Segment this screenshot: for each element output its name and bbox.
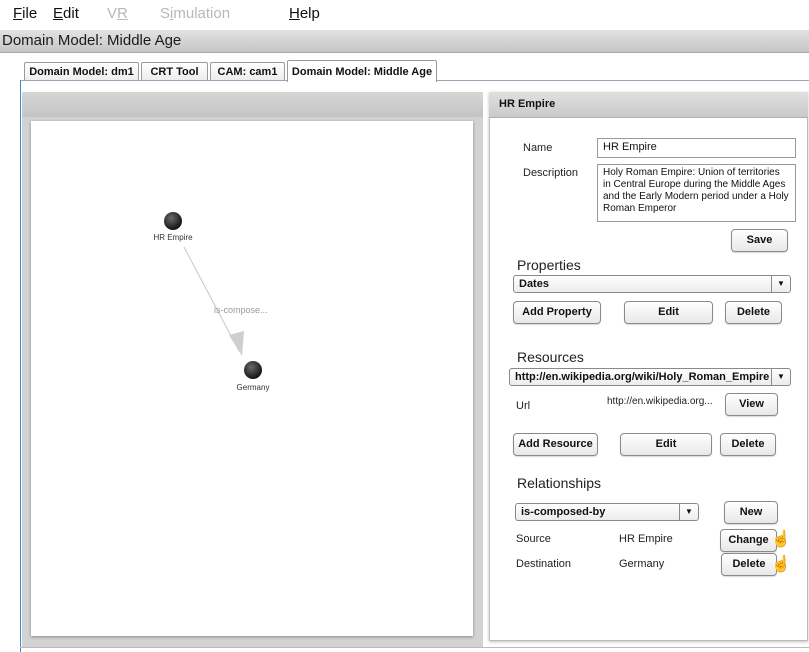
save-button[interactable]: Save (731, 229, 788, 252)
relationship-selected: is-composed-by (521, 506, 606, 518)
node-label-hr-empire: HR Empire (153, 233, 193, 242)
delete-property-button[interactable]: Delete (725, 301, 782, 324)
chevron-down-icon: ▼ (771, 369, 790, 385)
menu-simulation[interactable]: Simulation (160, 4, 230, 24)
window-title-bar: Domain Model: Middle Age (0, 30, 809, 53)
details-panel-header: HR Empire (489, 92, 808, 118)
add-property-button[interactable]: Add Property (513, 301, 601, 324)
tab-domain-model-middle-age[interactable]: Domain Model: Middle Age (287, 60, 437, 82)
destination-label: Destination (516, 558, 572, 570)
bottom-border (20, 647, 809, 648)
tab-crt-tool[interactable]: CRT Tool (141, 62, 208, 81)
name-field[interactable]: HR Empire (597, 138, 796, 158)
graph-node-germany[interactable] (244, 361, 262, 379)
chevron-down-icon: ▼ (771, 276, 790, 292)
edit-property-button[interactable]: Edit (624, 301, 713, 324)
content-border (20, 80, 21, 652)
edge-arrowhead (229, 331, 244, 356)
menu-edit[interactable]: Edit (53, 4, 79, 24)
edit-resource-button[interactable]: Edit (620, 433, 712, 456)
description-field[interactable]: Holy Roman Empire: Union of territories … (597, 164, 796, 222)
relationships-title: Relationships (517, 475, 602, 491)
new-relationship-button[interactable]: New (724, 501, 778, 524)
hand-pointer-icon: ☝ (771, 556, 791, 573)
resources-title: Resources (517, 349, 584, 365)
url-label: Url (516, 400, 531, 412)
properties-selected: Dates (519, 278, 549, 290)
destination-value: Germany (619, 558, 665, 570)
graph-canvas[interactable]: is-compose... HR Empire Germany (31, 121, 473, 636)
tab-domain-model-dm1[interactable]: Domain Model: dm1 (24, 62, 139, 81)
tab-cam-cam1[interactable]: CAM: cam1 (210, 62, 285, 81)
name-label: Name (523, 142, 553, 154)
resources-selected: http://en.wikipedia.org/wiki/Holy_Roman_… (515, 371, 770, 383)
view-button[interactable]: View (725, 393, 778, 416)
graph-node-hr-empire[interactable] (164, 212, 182, 230)
properties-dropdown[interactable]: Dates ▼ (513, 275, 791, 293)
menu-help[interactable]: Help (289, 4, 320, 24)
add-resource-button[interactable]: Add Resource (513, 433, 598, 456)
source-value: HR Empire (619, 533, 673, 545)
edge-label: is-compose... (214, 305, 268, 315)
delete-resource-button[interactable]: Delete (720, 433, 776, 456)
chevron-down-icon: ▼ (679, 504, 698, 520)
hand-pointer-icon: ☝ (771, 531, 791, 548)
details-title: HR Empire (499, 98, 556, 110)
resources-dropdown[interactable]: http://en.wikipedia.org/wiki/Holy_Roman_… (509, 368, 791, 386)
window-title: Domain Model: Middle Age (2, 32, 182, 49)
description-label: Description (523, 167, 579, 179)
graph-panel-header (22, 92, 483, 118)
menu-vr[interactable]: VR (107, 4, 128, 24)
url-value[interactable]: http://en.wikipedia.org... (607, 396, 713, 407)
source-label: Source (516, 533, 551, 545)
menu-file[interactable]: File (13, 4, 37, 24)
node-label-germany: Germany (237, 383, 270, 392)
change-button[interactable]: Change (720, 529, 777, 552)
delete-relationship-button[interactable]: Delete (721, 553, 777, 576)
properties-title: Properties (517, 257, 581, 273)
menu-bar: File Edit VR Simulation Help (0, 0, 809, 30)
graph-svg: is-compose... HR Empire Germany (153, 212, 270, 392)
relationship-dropdown[interactable]: is-composed-by ▼ (515, 503, 699, 521)
